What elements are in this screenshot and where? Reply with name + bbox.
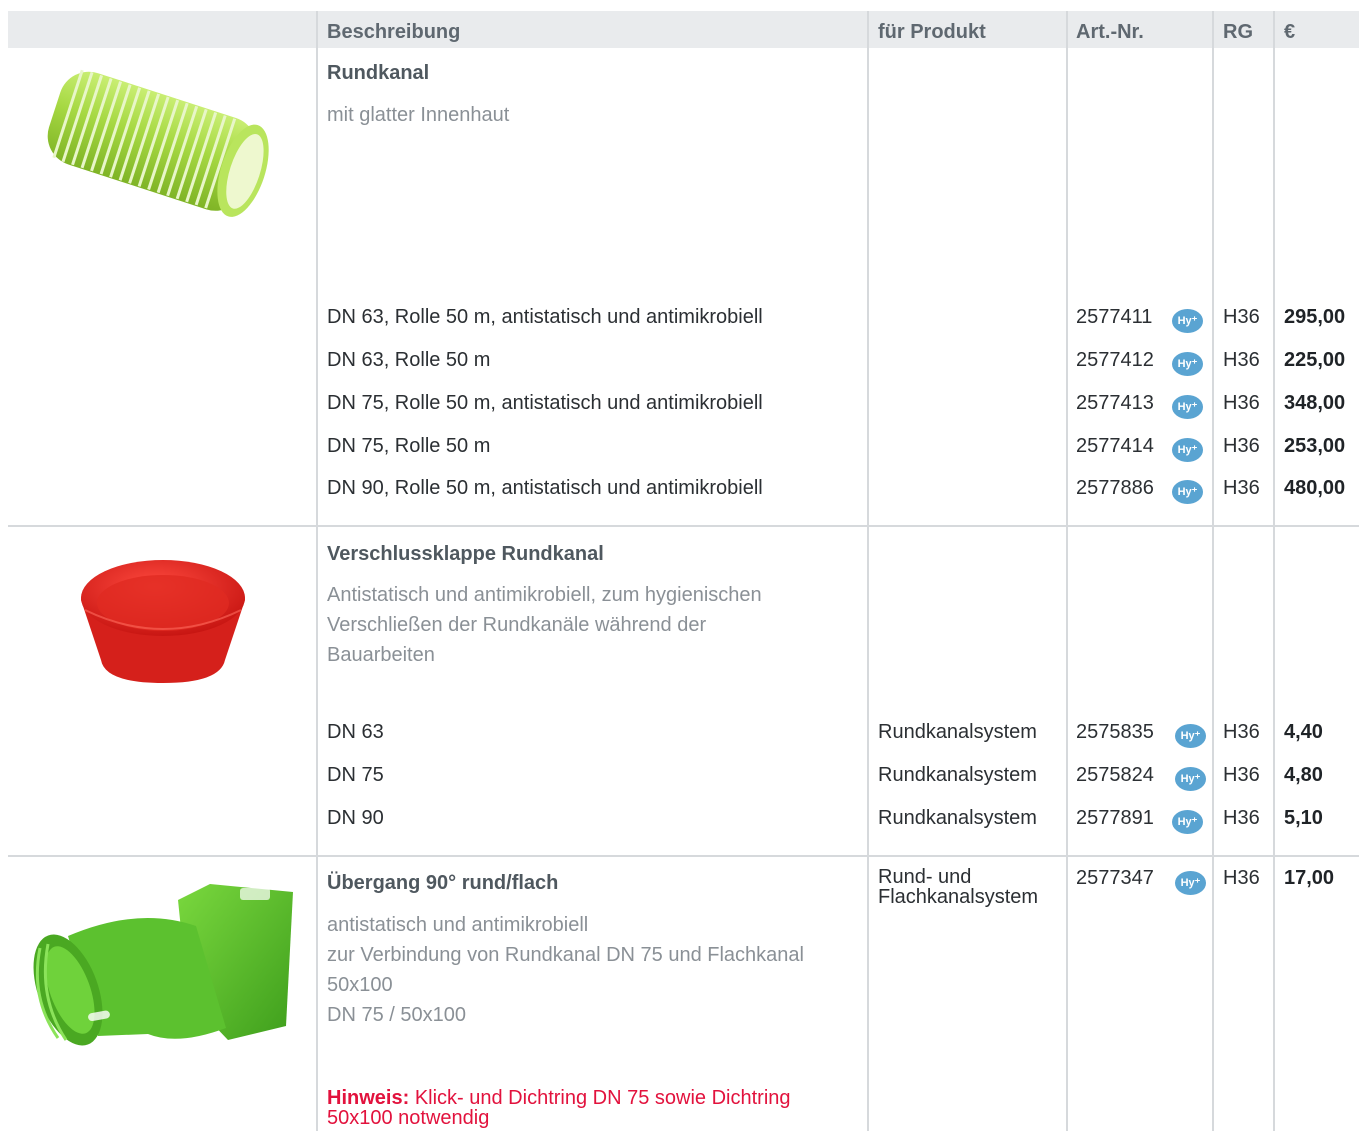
section-description-line: DN 75 / 50x100	[327, 1004, 466, 1026]
row-description: DN 75	[327, 764, 384, 786]
grid-line	[867, 11, 869, 1131]
section-description: mit glatter Innenhaut	[327, 104, 510, 126]
rg-value: H36	[1223, 435, 1260, 457]
row-description: DN 90, Rolle 50 m, antistatisch und anti…	[327, 477, 763, 499]
row-description: DN 75, Rolle 50 m	[327, 435, 491, 457]
section-description-line: zur Verbindung von Rundkanal DN 75 und F…	[327, 944, 804, 966]
art-nr: 2577891	[1076, 807, 1154, 829]
price-value: 348,00	[1284, 392, 1346, 414]
product-value: Flachkanalsystem	[878, 886, 1039, 908]
art-nr: 2577412	[1076, 349, 1154, 371]
section-title-rundkanal: Rundkanal	[327, 62, 430, 84]
row-description: DN 90	[327, 807, 384, 829]
product-value: Rundkanalsystem	[878, 721, 1037, 743]
hy-badge-icon: Hy⁺	[1172, 309, 1203, 333]
rg-value: H36	[1223, 764, 1260, 786]
section-description-line: antistatisch und antimikrobiell	[327, 914, 589, 936]
product-value: Rund- und	[878, 866, 972, 888]
price-value: 5,10	[1284, 807, 1323, 829]
header-fuer-produkt: für Produkt	[878, 21, 986, 43]
art-nr: 2577411	[1076, 306, 1153, 328]
section-description-line: Verschließen der Rundkanäle während der	[327, 614, 707, 636]
hy-badge-icon: Hy⁺	[1175, 724, 1206, 748]
hy-badge-icon: Hy⁺	[1172, 395, 1203, 419]
hy-badge-icon: Hy⁺	[1172, 810, 1203, 834]
section-description-line: Bauarbeiten	[327, 644, 435, 666]
product-value: Rundkanalsystem	[878, 807, 1037, 829]
header-art-nr: Art.-Nr.	[1076, 21, 1144, 43]
rg-value: H36	[1223, 306, 1260, 328]
price-value: 295,00	[1284, 306, 1346, 328]
art-nr: 2577886	[1076, 477, 1154, 499]
price-value: 4,80	[1284, 764, 1323, 786]
green-adapter-image	[33, 884, 293, 1046]
rg-value: H36	[1223, 721, 1260, 743]
section-description-line: 50x100	[327, 974, 393, 996]
art-nr: 2575835	[1076, 721, 1154, 743]
hinweis-text: Klick- und Dichtring DN 75 sowie Dichtri…	[414, 1087, 791, 1109]
section-divider	[8, 525, 1359, 527]
row-description: DN 63	[327, 721, 384, 743]
grid-line	[1066, 11, 1068, 1131]
rg-value: H36	[1223, 349, 1260, 371]
row-description: DN 63, Rolle 50 m, antistatisch und anti…	[327, 306, 763, 328]
art-nr: 2577414	[1076, 435, 1154, 457]
price-value: 253,00	[1284, 435, 1346, 457]
rg-value: H36	[1223, 807, 1260, 829]
hy-badge-icon: Hy⁺	[1172, 480, 1203, 504]
art-nr: 2577413	[1076, 392, 1154, 414]
price-value: 225,00	[1284, 349, 1346, 371]
hinweis-label: Hinweis:	[327, 1087, 410, 1109]
hy-badge-icon: Hy⁺	[1175, 767, 1206, 791]
price-value: 480,00	[1284, 477, 1346, 499]
section-title-uebergang: Übergang 90° rund/flach	[327, 872, 559, 894]
price-value: 4,40	[1284, 721, 1323, 743]
rg-value: H36	[1223, 392, 1260, 414]
header-rg: RG	[1223, 21, 1253, 43]
section-description-line: Antistatisch und antimikrobiell, zum hyg…	[327, 584, 762, 606]
art-nr: 2575824	[1076, 764, 1154, 786]
hy-badge-icon: Hy⁺	[1172, 438, 1203, 462]
product-value: Rundkanalsystem	[878, 764, 1037, 786]
hy-badge-icon: Hy⁺	[1172, 352, 1203, 376]
art-nr: 2577347	[1076, 867, 1154, 889]
pipe-image	[47, 69, 269, 217]
red-cap-image	[81, 560, 245, 683]
section-title-verschlussklappe: Verschlussklappe Rundkanal	[327, 543, 604, 565]
rg-value: H36	[1223, 477, 1260, 499]
grid-line	[1273, 11, 1275, 1131]
rg-value: H36	[1223, 867, 1260, 889]
header-beschreibung: Beschreibung	[327, 21, 461, 43]
grid-line	[316, 11, 318, 1131]
table-header	[8, 11, 1359, 48]
header-price: €	[1284, 21, 1296, 43]
row-description: DN 75, Rolle 50 m, antistatisch und anti…	[327, 392, 763, 414]
hy-badge-icon: Hy⁺	[1175, 871, 1206, 895]
section-divider	[8, 855, 1359, 857]
price-value: 17,00	[1284, 867, 1335, 889]
grid-line	[1212, 11, 1214, 1131]
hinweis-note: Hinweis: Klick- und Dichtring DN 75 sowi…	[327, 1088, 791, 1108]
row-description: DN 63, Rolle 50 m	[327, 349, 491, 371]
hinweis-note-line2: 50x100 notwendig	[327, 1107, 490, 1129]
